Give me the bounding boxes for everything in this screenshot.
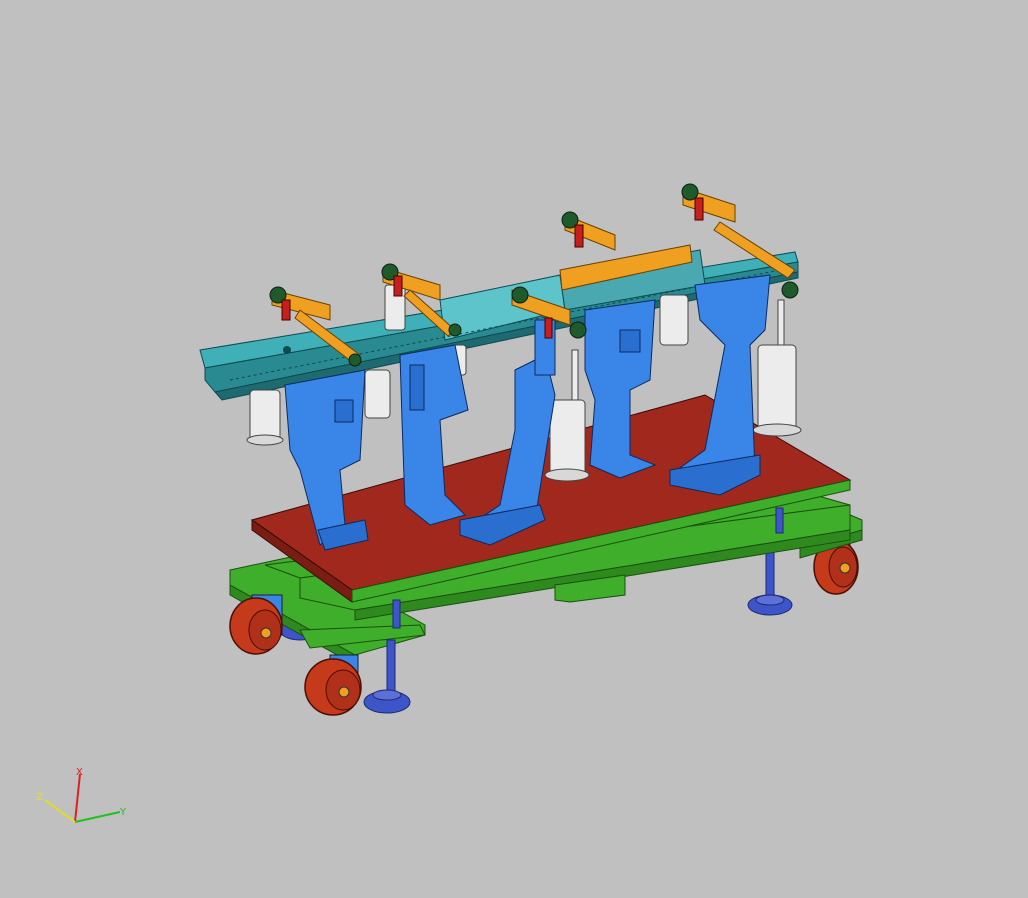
y-axis-label: Y [119,807,127,818]
y-axis-line [74,811,121,823]
x-axis-label: X [76,767,83,778]
cad-3d-viewport[interactable]: X Y Z [0,0,1028,898]
z-axis-label: Z [36,792,43,803]
axis-triad: X Y Z [36,767,127,823]
z-axis-line [44,799,76,823]
caster-wheel-front-left [229,594,283,655]
viewport-canvas[interactable]: X Y Z [0,0,1028,898]
x-axis-line [74,773,81,823]
caster-wheel-front-right [304,654,362,716]
